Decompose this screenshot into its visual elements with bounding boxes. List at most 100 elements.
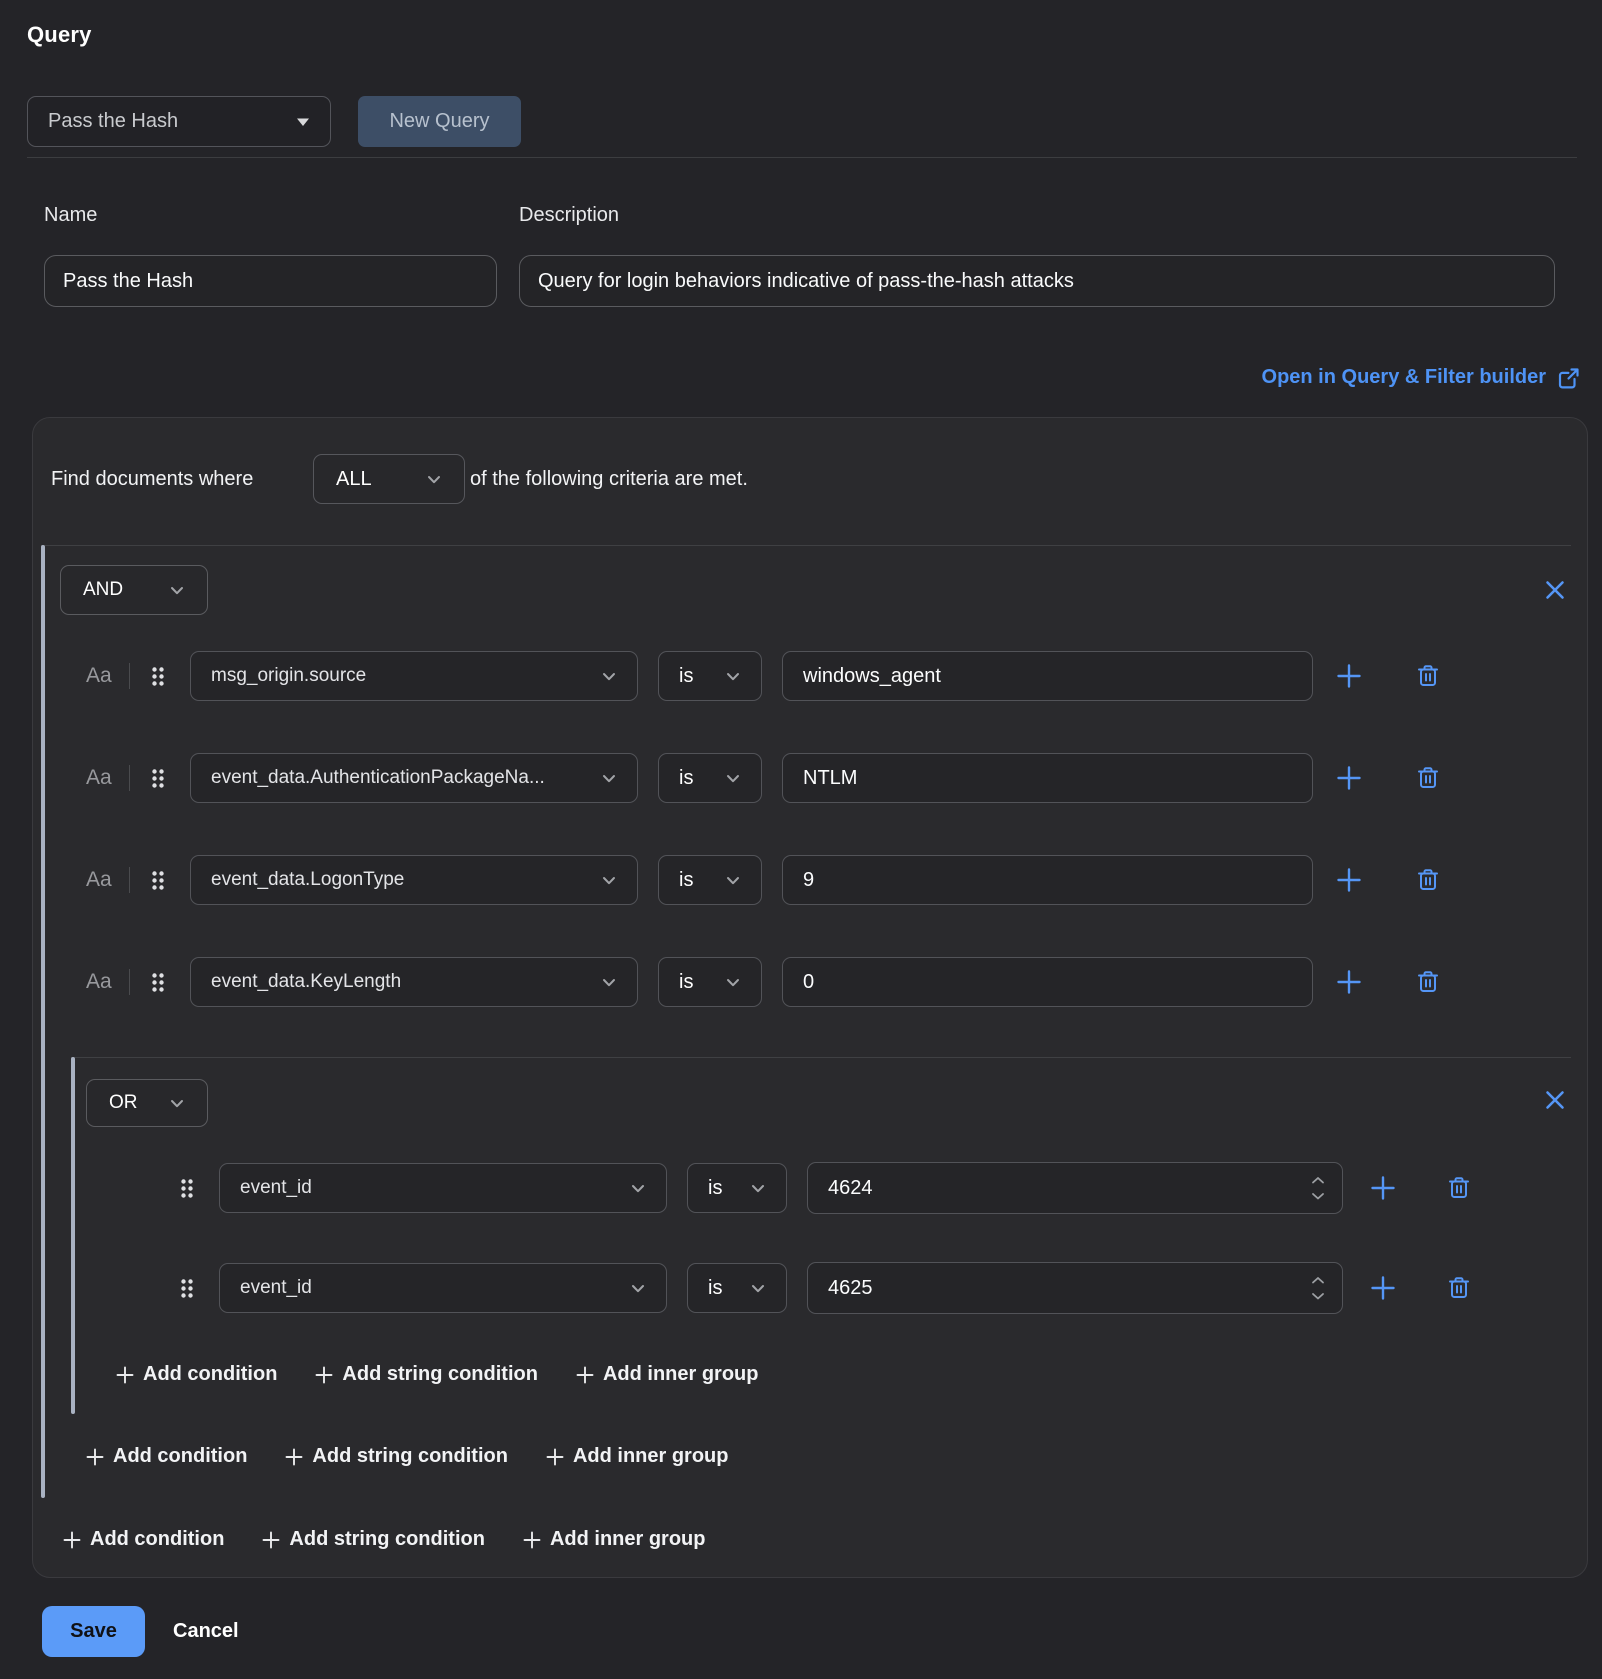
add-condition-icon-button[interactable]	[1336, 969, 1362, 995]
add-condition-icon-button[interactable]	[1336, 867, 1362, 893]
drag-handle-icon[interactable]	[150, 870, 166, 891]
condition-row: Aa event_data.KeyLength is	[86, 957, 1441, 1007]
operator-select[interactable]: is	[658, 753, 762, 803]
add-condition-link[interactable]: Add condition	[63, 1528, 224, 1551]
condition-row: event_id is	[179, 1262, 1472, 1314]
cancel-button[interactable]: Cancel	[173, 1606, 239, 1657]
value-number-input[interactable]	[807, 1262, 1343, 1314]
save-button[interactable]: Save	[42, 1606, 145, 1657]
drag-handle-icon[interactable]	[150, 666, 166, 687]
field-select[interactable]: event_data.LogonType	[190, 855, 638, 905]
chevron-down-icon	[750, 1180, 766, 1196]
drag-handle-icon[interactable]	[179, 1178, 195, 1199]
stepper-down-icon	[1311, 1192, 1325, 1201]
field-select[interactable]: msg_origin.source	[190, 651, 638, 701]
or-operator-value: OR	[109, 1092, 138, 1114]
and-group-indent-bar	[41, 545, 45, 1498]
add-inner-group-link[interactable]: Add inner group	[576, 1363, 759, 1386]
number-stepper[interactable]	[1311, 1276, 1325, 1301]
operator-select[interactable]: is	[658, 957, 762, 1007]
operator-select[interactable]: is	[658, 855, 762, 905]
stepper-up-icon	[1311, 1276, 1325, 1285]
plus-icon	[86, 1448, 104, 1466]
add-inner-group-link[interactable]: Add inner group	[523, 1528, 706, 1551]
string-type-icon: Aa	[86, 970, 116, 994]
description-input[interactable]	[519, 255, 1555, 307]
row-separator	[129, 867, 130, 893]
chevron-down-icon	[426, 471, 442, 487]
plus-icon	[576, 1366, 594, 1384]
open-query-filter-builder-link[interactable]: Open in Query & Filter builder	[1262, 366, 1580, 389]
field-select[interactable]: event_id	[219, 1163, 667, 1213]
saved-query-select[interactable]: Pass the Hash	[27, 96, 331, 147]
chevron-down-icon	[630, 1180, 646, 1196]
delete-condition-button[interactable]	[1446, 1275, 1472, 1301]
or-group-add-links: Add condition Add string condition Add i…	[116, 1363, 759, 1386]
match-type-select[interactable]: ALL	[313, 454, 465, 504]
add-string-condition-link[interactable]: Add string condition	[315, 1363, 538, 1386]
value-number-input[interactable]	[807, 1162, 1343, 1214]
description-label: Description	[519, 204, 619, 227]
add-string-condition-link[interactable]: Add string condition	[285, 1445, 508, 1468]
operator-select-value: is	[679, 971, 693, 994]
chevron-down-icon	[630, 1280, 646, 1296]
chevron-down-icon	[750, 1280, 766, 1296]
or-group-indent-bar	[71, 1057, 75, 1414]
add-string-condition-link[interactable]: Add string condition	[262, 1528, 485, 1551]
delete-condition-button[interactable]	[1415, 867, 1441, 893]
field-select-value: event_data.KeyLength	[211, 971, 401, 993]
delete-condition-button[interactable]	[1415, 969, 1441, 995]
open-query-filter-builder-label: Open in Query & Filter builder	[1262, 366, 1546, 389]
row-separator	[129, 765, 130, 791]
value-input[interactable]	[782, 753, 1313, 803]
operator-select[interactable]: is	[687, 1263, 787, 1313]
add-condition-icon-button[interactable]	[1336, 765, 1362, 791]
add-condition-icon-button[interactable]	[1370, 1275, 1396, 1301]
value-input[interactable]	[782, 957, 1313, 1007]
delete-condition-button[interactable]	[1446, 1175, 1472, 1201]
or-operator-select[interactable]: OR	[86, 1079, 208, 1127]
string-type-icon: Aa	[86, 868, 116, 892]
operator-select[interactable]: is	[658, 651, 762, 701]
operator-select-value: is	[708, 1277, 722, 1300]
name-input[interactable]	[44, 255, 497, 307]
add-condition-link[interactable]: Add condition	[86, 1445, 247, 1468]
drag-handle-icon[interactable]	[150, 768, 166, 789]
and-group-remove-button[interactable]	[1542, 577, 1568, 603]
dropdown-triangle-icon	[296, 117, 310, 127]
delete-condition-button[interactable]	[1415, 765, 1441, 791]
or-group-top-border	[71, 1057, 1571, 1058]
criteria-builder-card: Find documents where ALL of the followin…	[32, 417, 1588, 1578]
stepper-up-icon	[1311, 1176, 1325, 1185]
new-query-button[interactable]: New Query	[358, 96, 521, 147]
saved-query-select-value: Pass the Hash	[48, 110, 178, 133]
and-group-add-links: Add condition Add string condition Add i…	[86, 1445, 729, 1468]
field-select[interactable]: event_data.KeyLength	[190, 957, 638, 1007]
delete-condition-button[interactable]	[1415, 663, 1441, 689]
external-link-icon	[1558, 367, 1580, 389]
add-condition-icon-button[interactable]	[1370, 1175, 1396, 1201]
add-condition-link[interactable]: Add condition	[116, 1363, 277, 1386]
operator-select-value: is	[679, 665, 693, 688]
value-input[interactable]	[782, 855, 1313, 905]
number-stepper[interactable]	[1311, 1176, 1325, 1201]
and-operator-select[interactable]: AND	[60, 565, 208, 615]
value-input[interactable]	[782, 651, 1313, 701]
page-title: Query	[27, 22, 92, 48]
field-select-value: event_id	[240, 1277, 312, 1299]
chevron-down-icon	[725, 872, 741, 888]
add-condition-icon-button[interactable]	[1336, 663, 1362, 689]
field-select[interactable]: event_id	[219, 1263, 667, 1313]
field-select-value: msg_origin.source	[211, 665, 366, 687]
operator-select[interactable]: is	[687, 1163, 787, 1213]
add-inner-group-link[interactable]: Add inner group	[546, 1445, 729, 1468]
drag-handle-icon[interactable]	[179, 1278, 195, 1299]
or-group-remove-button[interactable]	[1542, 1087, 1568, 1113]
plus-icon	[315, 1366, 333, 1384]
criteria-sentence-prefix: Find documents where	[51, 468, 313, 491]
plus-icon	[523, 1531, 541, 1549]
field-select[interactable]: event_data.AuthenticationPackageNa...	[190, 753, 638, 803]
string-type-icon: Aa	[86, 664, 116, 688]
drag-handle-icon[interactable]	[150, 972, 166, 993]
chevron-down-icon	[169, 1095, 185, 1111]
